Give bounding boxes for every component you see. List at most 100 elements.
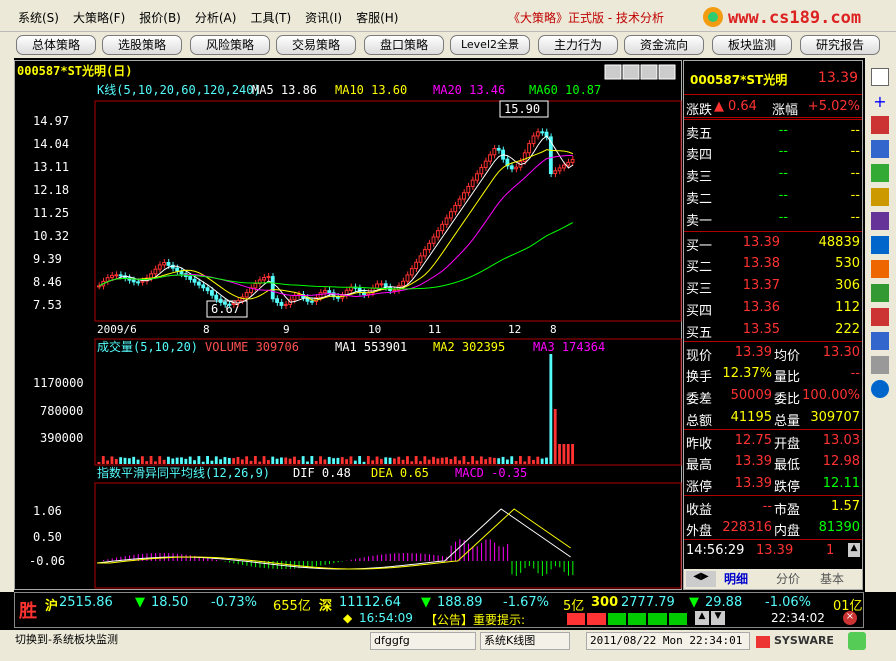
volume-legend-volume: VOLUME 309706 [205, 340, 299, 354]
candle-body [140, 280, 145, 283]
tool-icon[interactable] [871, 188, 889, 206]
breadth-bar [567, 613, 687, 625]
scroll-up-icon[interactable]: ▲ [848, 543, 860, 557]
menu-tools[interactable]: 工具(T) [250, 9, 291, 26]
capital-flow-button[interactable]: 资金流向 [624, 35, 704, 55]
tool-icon[interactable] [871, 356, 889, 374]
tool-icon[interactable] [871, 68, 889, 86]
stock-selection-strategy-button[interactable]: 选股策略 [102, 35, 182, 55]
trading-strategy-button[interactable]: 交易策略 [276, 35, 356, 55]
chart-panel[interactable]: 000587*ST光明(日) K线(5,10,20,60,120,240) MA… [14, 60, 682, 590]
menu-info[interactable]: 资讯(I) [305, 9, 342, 26]
volume-bar [101, 456, 105, 464]
volume-tick: 780000 [40, 404, 83, 418]
hs300-index: 2777.79 [621, 595, 675, 610]
risk-strategy-button[interactable]: 风险策略 [190, 35, 270, 55]
volume-bar [97, 462, 101, 464]
volume-bar [371, 460, 375, 464]
volume-bar [127, 458, 131, 464]
menu-system[interactable]: 系统(S) [18, 9, 59, 26]
tool-icon[interactable] [871, 140, 889, 158]
volume-bar [553, 409, 557, 464]
down-arrow-icon: ▼ [689, 595, 699, 610]
volume-bar [345, 459, 349, 464]
sh-pct: -0.73% [211, 595, 257, 610]
menu-service[interactable]: 客服(H) [356, 9, 398, 26]
tool-icon[interactable] [871, 332, 889, 350]
volume-bar [140, 456, 144, 464]
tab-scroll-icon[interactable]: ◀▶ [686, 571, 716, 587]
plus-icon[interactable]: + [871, 92, 889, 111]
dif-line [96, 508, 571, 570]
volume-bar [458, 460, 462, 464]
zoom-in-button[interactable] [622, 64, 640, 80]
volume-bar [379, 458, 383, 464]
volume-bar [466, 461, 470, 464]
tick-vol: 1 [826, 543, 835, 558]
tool-icon[interactable] [871, 284, 889, 302]
menu-strategy[interactable]: 大策略(F) [73, 9, 125, 26]
tool-icon[interactable] [871, 260, 889, 278]
up-icon[interactable]: ▲ [695, 611, 709, 625]
close-icon[interactable]: × [843, 611, 857, 625]
tool-icon[interactable] [871, 212, 889, 230]
date-tick: 11 [428, 323, 441, 336]
restore-button[interactable] [604, 64, 622, 80]
tool-icon[interactable] [871, 308, 889, 326]
quote-header: 000587*ST光明 13.39 [684, 61, 862, 95]
volume-bar [288, 458, 292, 464]
sector-monitor-button[interactable]: 板块监测 [712, 35, 792, 55]
overall-strategy-button[interactable]: 总体策略 [16, 35, 96, 55]
volume-tick: 390000 [40, 431, 83, 445]
date-tick: 10 [368, 323, 381, 336]
volume-bar [167, 456, 170, 464]
tab-fundamentals[interactable]: 基本 [820, 570, 844, 587]
info-icon[interactable] [871, 380, 889, 398]
level2-panorama-button[interactable]: Level2全景 [450, 35, 530, 55]
candle-body [309, 300, 314, 303]
tab-price-distribution[interactable]: 分价 [776, 570, 800, 587]
down-icon[interactable]: ▼ [711, 611, 725, 625]
menu-quote[interactable]: 报价(B) [139, 9, 181, 26]
candle-body [405, 274, 410, 282]
volume-bar [180, 457, 183, 464]
site-logo: www.cs189.com [703, 7, 861, 28]
volume-bar [306, 461, 309, 464]
volume-panel-frame [94, 338, 682, 466]
quote-panel: 000587*ST光明 13.39 涨跌 ▲ 0.64 涨幅 +5.02% 卖五… [683, 60, 863, 590]
candle-body [227, 303, 232, 306]
candle-body [453, 204, 458, 213]
research-report-button[interactable]: 研究报告 [800, 35, 880, 55]
volume-bar [358, 456, 362, 464]
candle-body [214, 294, 219, 300]
volume-legend-ma1: MA1 553901 [335, 340, 407, 354]
tool-icon[interactable] [871, 164, 889, 182]
volume-bar [462, 456, 466, 464]
volume-bar [271, 456, 275, 464]
macd-tick: 1.06 [33, 504, 62, 518]
tab-detail[interactable]: 明细 [724, 570, 748, 587]
candle-body [535, 131, 540, 137]
volume-bar [362, 461, 366, 464]
ma60-line [98, 222, 574, 290]
macd-tick: 0.50 [33, 530, 62, 544]
volume-bar [340, 457, 344, 464]
high-price-label: 15.90 [504, 102, 540, 116]
menu-analysis[interactable]: 分析(A) [195, 9, 237, 26]
zoom-out-button[interactable] [640, 64, 658, 80]
zoom-fit-button[interactable] [658, 64, 676, 80]
volume-bar [558, 444, 561, 464]
command-input[interactable]: dfggfg [370, 632, 476, 650]
main-force-button[interactable]: 主力行为 [538, 35, 618, 55]
candle-body [561, 164, 566, 169]
stat-row: 总额 41195 总量 309707 [686, 410, 860, 429]
volume-bar [375, 456, 379, 464]
tool-icon[interactable] [871, 116, 889, 134]
kline-chart[interactable]: 000587*ST光明(日) K线(5,10,20,60,120,240) MA… [15, 61, 683, 591]
orderbook-strategy-button[interactable]: 盘口策略 [364, 35, 444, 55]
volume-bar [514, 461, 518, 464]
tool-icon[interactable] [871, 236, 889, 254]
candle-body [531, 135, 536, 145]
candle-body [157, 264, 162, 270]
date-tick: 8 [550, 323, 557, 336]
